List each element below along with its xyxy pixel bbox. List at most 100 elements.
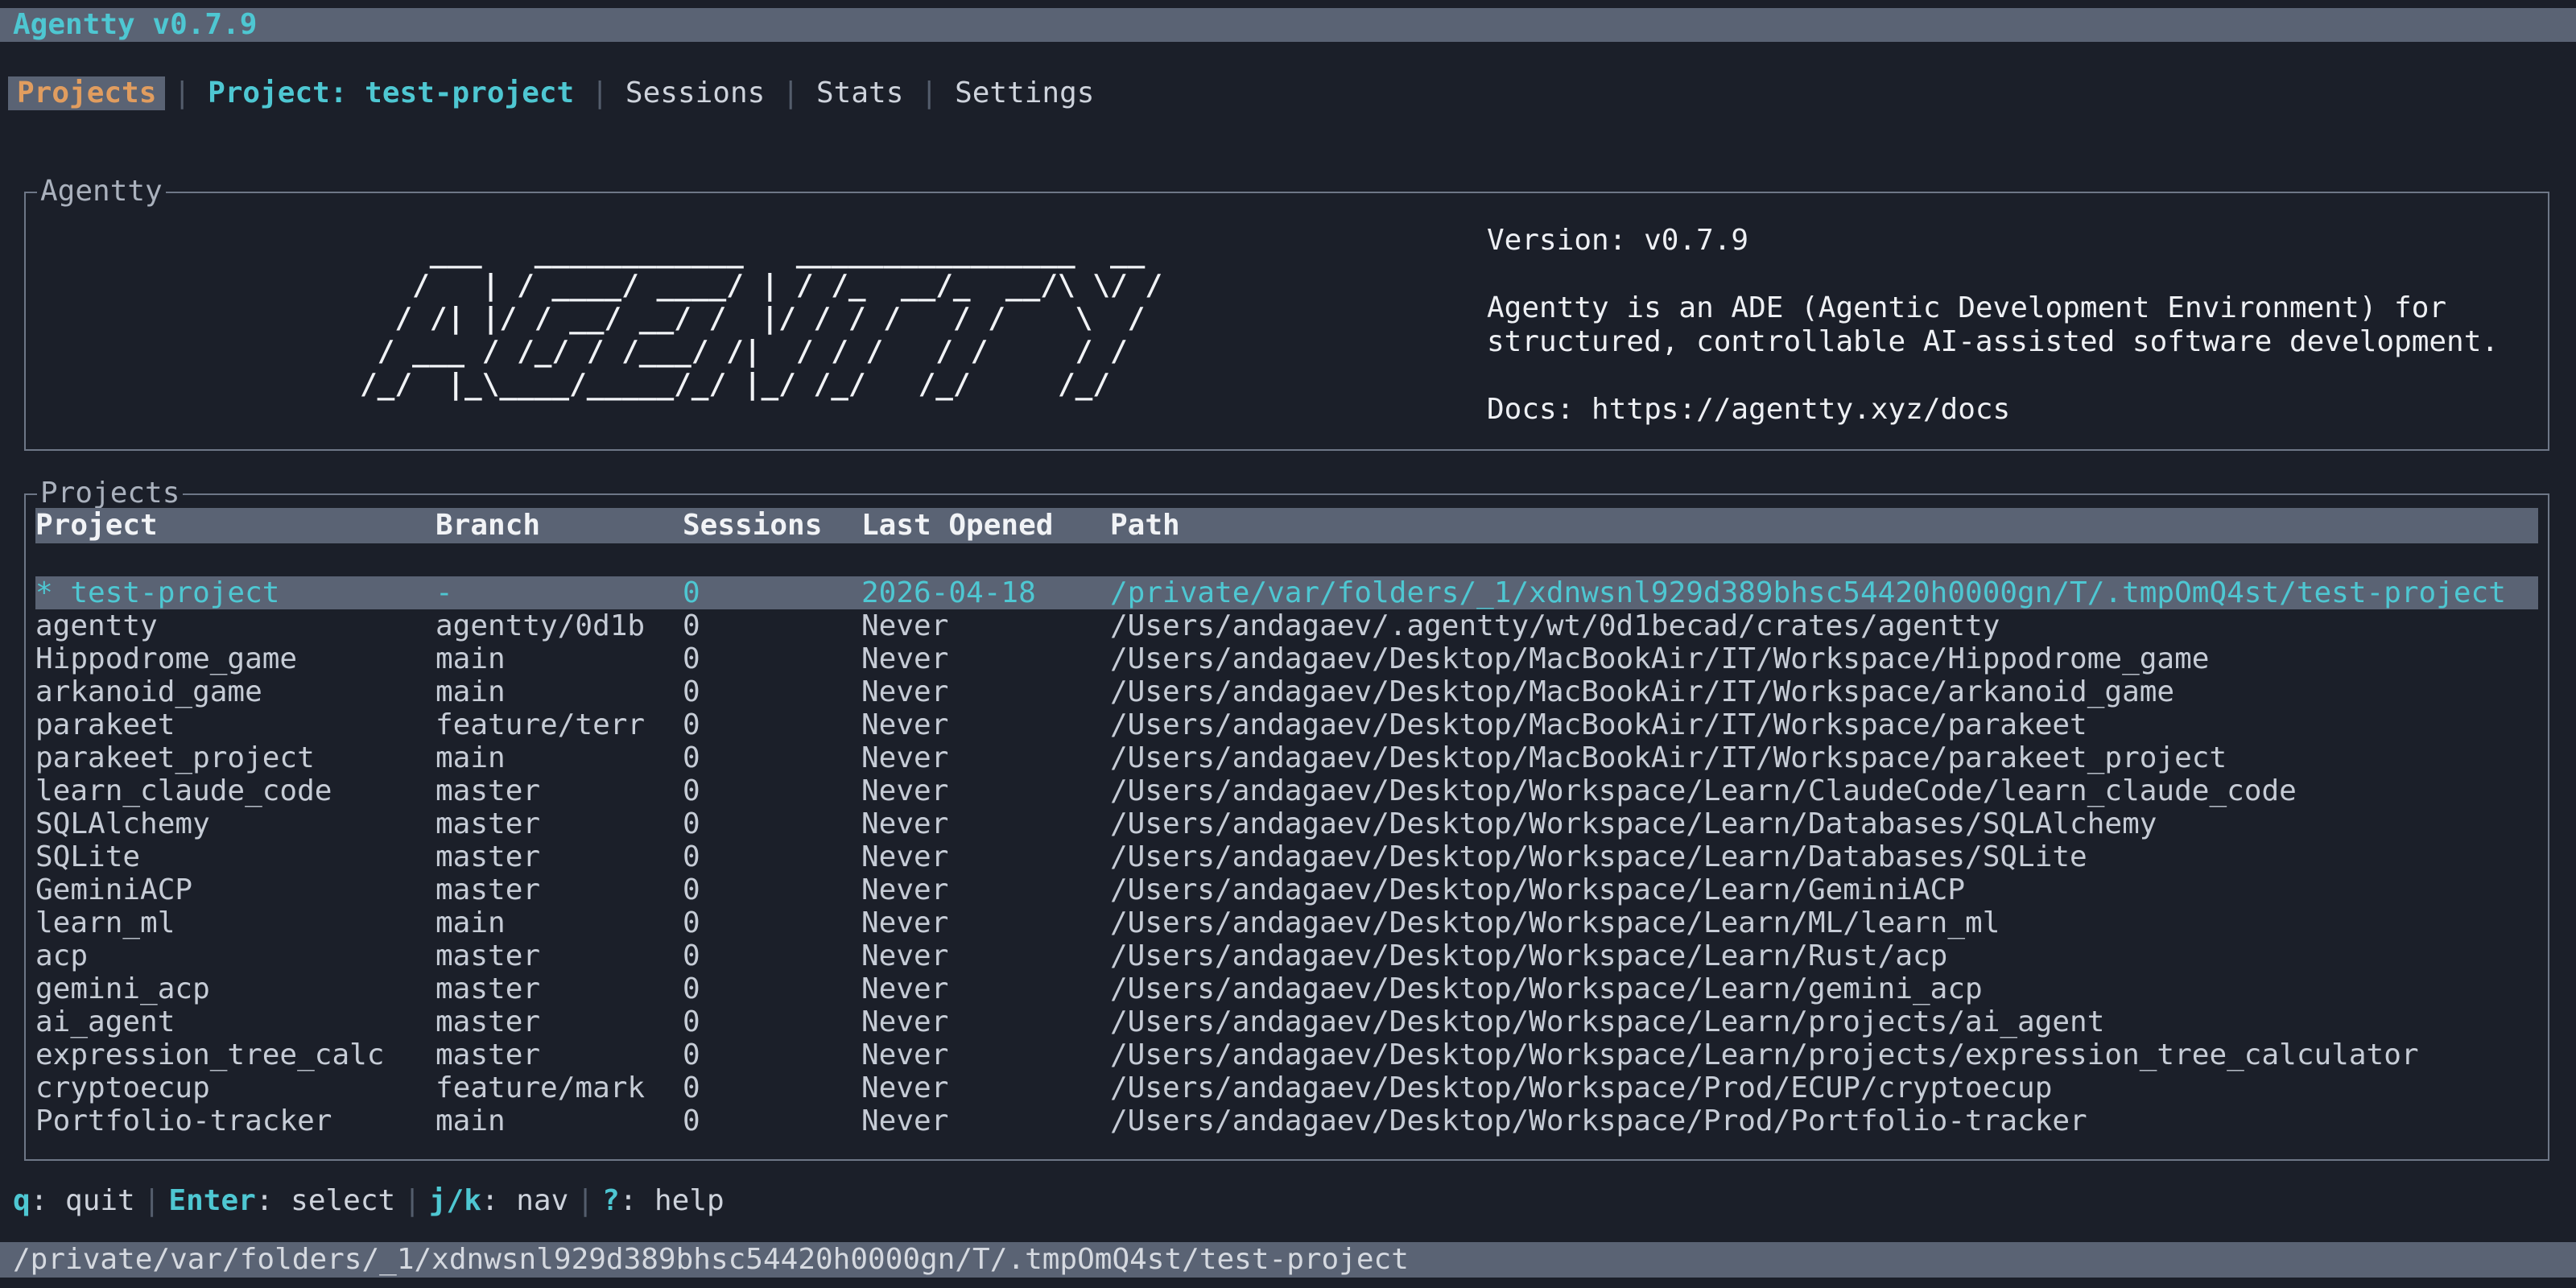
- cell-project: parakeet: [35, 708, 436, 741]
- footer-hints: q: quit|Enter: select|j/k: nav|?: help: [13, 1183, 724, 1219]
- hint-separator: |: [568, 1184, 602, 1217]
- agentty-ascii-logo: ___ ____________ ________________ __ / |…: [360, 236, 1162, 401]
- hint-action: : nav: [481, 1184, 568, 1217]
- table-row[interactable]: Portfolio-trackermain0Never/Users/andaga…: [35, 1104, 2538, 1137]
- app-title: Agentty v0.7.9: [13, 8, 257, 41]
- status-bar: /private/var/folders/_1/xdnwsnl929d389bh…: [0, 1242, 2576, 1278]
- cell-path: /Users/andagaev/Desktop/Workspace/Learn/…: [1110, 774, 2538, 807]
- cell-branch: feature/terr: [436, 708, 683, 741]
- cell-last-opened: Never: [861, 1038, 1110, 1071]
- cell-last-opened: Never: [861, 972, 1110, 1005]
- header-cell-path: Path: [1110, 508, 2538, 543]
- table-row[interactable]: * test-project-02026-04-18/private/var/f…: [35, 576, 2538, 609]
- cell-sessions: 0: [683, 1038, 861, 1071]
- hint-action: : help: [620, 1184, 724, 1217]
- cell-last-opened: Never: [861, 642, 1110, 675]
- cell-last-opened: Never: [861, 1005, 1110, 1038]
- cell-last-opened: Never: [861, 774, 1110, 807]
- cell-path: /Users/andagaev/Desktop/MacBookAir/IT/Wo…: [1110, 642, 2538, 675]
- cell-path: /Users/andagaev/Desktop/Workspace/Learn/…: [1110, 939, 2538, 972]
- header-cell-last-opened: Last Opened: [861, 508, 1110, 543]
- cell-path: /Users/andagaev/Desktop/MacBookAir/IT/Wo…: [1110, 741, 2538, 774]
- table-row[interactable]: ai_agentmaster0Never/Users/andagaev/Desk…: [35, 1005, 2538, 1038]
- cell-branch: master: [436, 873, 683, 906]
- cell-last-opened: Never: [861, 1104, 1110, 1137]
- tab-settings[interactable]: Settings: [946, 76, 1103, 110]
- table-row[interactable]: parakeet_projectmain0Never/Users/andagae…: [35, 741, 2538, 774]
- cell-path: /private/var/folders/_1/xdnwsnl929d389bh…: [1110, 576, 2538, 609]
- status-path: /private/var/folders/_1/xdnwsnl929d389bh…: [13, 1243, 1409, 1276]
- cell-project: cryptoecup: [35, 1071, 436, 1104]
- table-row[interactable]: arkanoid_gamemain0Never/Users/andagaev/D…: [35, 675, 2538, 708]
- cell-project: GeminiACP: [35, 873, 436, 906]
- cell-sessions: 0: [683, 708, 861, 741]
- cell-last-opened: Never: [861, 1071, 1110, 1104]
- cell-project: acp: [35, 939, 436, 972]
- table-row[interactable]: gemini_acpmaster0Never/Users/andagaev/De…: [35, 972, 2538, 1005]
- hint-action: : quit: [31, 1184, 135, 1217]
- tab-projects[interactable]: Projects: [8, 76, 165, 110]
- table-header: ProjectBranchSessionsLast OpenedPath: [35, 508, 2538, 543]
- description-line-2: structured, controllable AI-assisted sof…: [1487, 325, 2499, 359]
- cell-branch: main: [436, 906, 683, 939]
- hint-separator: |: [135, 1184, 169, 1217]
- tab-separator: |: [912, 76, 946, 110]
- cell-project: agentty: [35, 609, 436, 642]
- cell-branch: master: [436, 840, 683, 873]
- table-row[interactable]: learn_claude_codemaster0Never/Users/anda…: [35, 774, 2538, 807]
- tab-sessions[interactable]: Sessions: [617, 76, 774, 110]
- hint-key: j/k: [429, 1184, 481, 1217]
- about-box-title: Agentty: [37, 174, 166, 209]
- table-row[interactable]: cryptoecupfeature/mark0Never/Users/andag…: [35, 1071, 2538, 1104]
- tab-separator: |: [583, 76, 617, 110]
- cell-last-opened: Never: [861, 873, 1110, 906]
- cell-path: /Users/andagaev/Desktop/MacBookAir/IT/Wo…: [1110, 675, 2538, 708]
- cell-sessions: 0: [683, 1071, 861, 1104]
- cell-project: SQLAlchemy: [35, 807, 436, 840]
- cell-branch: main: [436, 1104, 683, 1137]
- table-row[interactable]: SQLAlchemymaster0Never/Users/andagaev/De…: [35, 807, 2538, 840]
- cell-sessions: 0: [683, 972, 861, 1005]
- table-body: * test-project-02026-04-18/private/var/f…: [35, 576, 2538, 1137]
- description-line-1: Agentty is an ADE (Agentic Development E…: [1487, 291, 2446, 325]
- docs-text: Docs: https://agentty.xyz/docs: [1487, 393, 2010, 427]
- table-row[interactable]: parakeetfeature/terr0Never/Users/andagae…: [35, 708, 2538, 741]
- tab-stats[interactable]: Stats: [807, 76, 912, 110]
- cell-branch: master: [436, 774, 683, 807]
- cell-sessions: 0: [683, 807, 861, 840]
- agentty-terminal-screen: Agentty v0.7.9 Projects|Project: test-pr…: [0, 0, 2576, 1288]
- cell-project: learn_ml: [35, 906, 436, 939]
- cell-branch: master: [436, 1005, 683, 1038]
- header-cell-branch: Branch: [436, 508, 683, 543]
- cell-path: /Users/andagaev/Desktop/Workspace/Learn/…: [1110, 906, 2538, 939]
- cell-path: /Users/andagaev/Desktop/Workspace/Prod/E…: [1110, 1071, 2538, 1104]
- cell-sessions: 0: [683, 840, 861, 873]
- header-cell-project: Project: [35, 508, 436, 543]
- cell-last-opened: Never: [861, 609, 1110, 642]
- cell-project: SQLite: [35, 840, 436, 873]
- hint-key: Enter: [168, 1184, 255, 1217]
- cell-path: /Users/andagaev/Desktop/MacBookAir/IT/Wo…: [1110, 708, 2538, 741]
- cell-last-opened: Never: [861, 906, 1110, 939]
- table-row[interactable]: acpmaster0Never/Users/andagaev/Desktop/W…: [35, 939, 2538, 972]
- cell-sessions: 0: [683, 774, 861, 807]
- cell-project: parakeet_project: [35, 741, 436, 774]
- cell-branch: feature/mark: [436, 1071, 683, 1104]
- table-row[interactable]: Hippodrome_gamemain0Never/Users/andagaev…: [35, 642, 2538, 675]
- tab-project-test-project[interactable]: Project: test-project: [199, 76, 583, 110]
- table-row[interactable]: agenttyagentty/0d1b0Never/Users/andagaev…: [35, 609, 2538, 642]
- cell-branch: main: [436, 741, 683, 774]
- cell-project: ai_agent: [35, 1005, 436, 1038]
- cell-project: Portfolio-tracker: [35, 1104, 436, 1137]
- table-row[interactable]: learn_mlmain0Never/Users/andagaev/Deskto…: [35, 906, 2538, 939]
- table-row[interactable]: expression_tree_calcmaster0Never/Users/a…: [35, 1038, 2538, 1071]
- cell-branch: master: [436, 807, 683, 840]
- table-row[interactable]: SQLitemaster0Never/Users/andagaev/Deskto…: [35, 840, 2538, 873]
- table-row[interactable]: GeminiACPmaster0Never/Users/andagaev/Des…: [35, 873, 2538, 906]
- projects-box: Projects ProjectBranchSessionsLast Opene…: [24, 493, 2549, 1161]
- cell-last-opened: Never: [861, 708, 1110, 741]
- hint-key: ?: [602, 1184, 620, 1217]
- projects-box-title: Projects: [37, 476, 183, 511]
- cell-sessions: 0: [683, 609, 861, 642]
- hint-separator: |: [395, 1184, 429, 1217]
